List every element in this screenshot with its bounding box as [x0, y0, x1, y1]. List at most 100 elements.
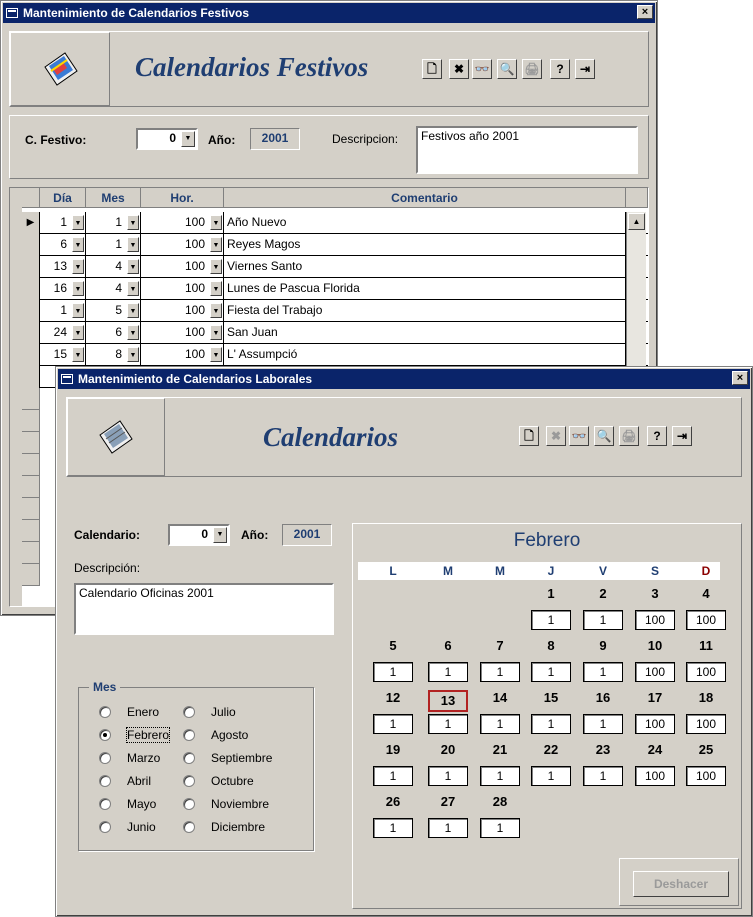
festivos-titlebar[interactable]: Mantenimiento de Calendarios Festivos × — [3, 3, 655, 23]
day-hours-field[interactable]: 1 — [583, 714, 623, 734]
chevron-down-icon[interactable]: ▼ — [72, 215, 84, 230]
exit-icon-button[interactable]: ⇥ — [672, 426, 692, 446]
cell-dia[interactable]: 15 ▼ — [40, 344, 86, 366]
help-icon-button[interactable]: ? — [647, 426, 667, 446]
chevron-down-icon[interactable]: ▼ — [72, 347, 84, 362]
month-radio-septiembre[interactable] — [183, 752, 195, 764]
row-selector[interactable] — [22, 322, 40, 344]
day-hours-field[interactable]: 1 — [428, 818, 468, 838]
chevron-down-icon[interactable]: ▼ — [210, 237, 222, 252]
day-hours-field[interactable]: 1 — [373, 818, 413, 838]
day-hours-field[interactable]: 1 — [373, 662, 413, 682]
row-selector[interactable] — [22, 542, 40, 564]
cell-hor[interactable]: 100 ▼ — [141, 234, 224, 256]
month-radio-octubre[interactable] — [183, 775, 195, 787]
cell-dia[interactable]: 16 ▼ — [40, 278, 86, 300]
day-hours-field[interactable]: 1 — [480, 818, 520, 838]
table-row[interactable]: 13 ▼ 4 ▼ 100 ▼ Viernes Santo — [22, 256, 648, 278]
month-label-enero[interactable]: Enero — [127, 705, 159, 719]
cell-dia[interactable]: 1 ▼ — [40, 300, 86, 322]
month-label-octubre[interactable]: Octubre — [211, 774, 254, 788]
row-selector[interactable] — [22, 454, 40, 476]
row-selector[interactable] — [22, 498, 40, 520]
day-hours-field[interactable]: 100 — [635, 714, 675, 734]
delete-icon-button[interactable]: ✖ — [449, 59, 469, 79]
day-hours-field[interactable]: 1 — [428, 714, 468, 734]
table-row[interactable]: ▶ 1 ▼ 1 ▼ 100 ▼ Año Nuevo — [22, 212, 648, 234]
chevron-down-icon[interactable]: ▼ — [127, 259, 139, 274]
cell-comentario[interactable]: Viernes Santo — [224, 256, 626, 278]
row-selector[interactable] — [22, 366, 40, 388]
row-selector[interactable] — [22, 410, 40, 432]
chevron-down-icon[interactable]: ▼ — [210, 215, 222, 230]
day-hours-field[interactable]: 100 — [635, 662, 675, 682]
row-selector[interactable] — [22, 344, 40, 366]
chevron-down-icon[interactable]: ▼ — [127, 347, 139, 362]
day-hours-field[interactable]: 1 — [480, 662, 520, 682]
chevron-down-icon[interactable]: ▼ — [210, 303, 222, 318]
cell-comentario[interactable]: Reyes Magos — [224, 234, 626, 256]
cell-mes[interactable]: 6 ▼ — [86, 322, 141, 344]
cell-comentario[interactable]: Año Nuevo — [224, 212, 626, 234]
laborales-titlebar[interactable]: Mantenimiento de Calendarios Laborales × — [58, 369, 750, 389]
help-icon-button[interactable]: ? — [550, 59, 570, 79]
cell-dia[interactable]: 24 ▼ — [40, 322, 86, 344]
month-label-mayo[interactable]: Mayo — [127, 797, 156, 811]
month-radio-julio[interactable] — [183, 706, 195, 718]
month-radio-junio[interactable] — [99, 821, 111, 833]
day-hours-field[interactable]: 1 — [531, 610, 571, 630]
day-hours-field[interactable]: 1 — [531, 714, 571, 734]
row-selector[interactable] — [22, 278, 40, 300]
day-hours-field[interactable]: 1 — [373, 766, 413, 786]
chevron-down-icon[interactable]: ▼ — [72, 237, 84, 252]
cell-comentario[interactable]: Fiesta del Trabajo — [224, 300, 626, 322]
cell-mes[interactable]: 5 ▼ — [86, 300, 141, 322]
print-icon-button[interactable]: 🖨 — [619, 426, 639, 446]
preview-icon-button[interactable]: 🔍 — [497, 59, 517, 79]
row-selector[interactable] — [22, 234, 40, 256]
cell-dia[interactable]: 13 ▼ — [40, 256, 86, 278]
month-radio-marzo[interactable] — [99, 752, 111, 764]
cell-dia[interactable]: 6 ▼ — [40, 234, 86, 256]
descripcion-field[interactable]: Calendario Oficinas 2001 — [74, 583, 334, 635]
close-button[interactable]: × — [637, 5, 653, 19]
cell-mes[interactable]: 4 ▼ — [86, 278, 141, 300]
cell-hor[interactable]: 100 ▼ — [141, 344, 224, 366]
day-hours-field[interactable]: 100 — [686, 714, 726, 734]
new-record-icon-button[interactable]: 🗋 — [519, 426, 539, 446]
month-label-junio[interactable]: Junio — [127, 820, 156, 834]
row-selector[interactable]: ▶ — [22, 212, 40, 234]
day-hours-field[interactable]: 100 — [635, 766, 675, 786]
row-selector[interactable] — [22, 256, 40, 278]
chevron-down-icon[interactable]: ▼ — [210, 347, 222, 362]
month-label-noviembre[interactable]: Noviembre — [211, 797, 269, 811]
row-selector[interactable] — [22, 300, 40, 322]
cell-mes[interactable]: 8 ▼ — [86, 344, 141, 366]
cfestivo-combo[interactable]: 0 ▼ — [136, 128, 198, 150]
cell-hor[interactable]: 100 ▼ — [141, 256, 224, 278]
chevron-down-icon[interactable]: ▼ — [127, 325, 139, 340]
cell-mes[interactable]: 1 ▼ — [86, 234, 141, 256]
close-button[interactable]: × — [732, 371, 748, 385]
month-radio-abril[interactable] — [99, 775, 111, 787]
month-label-febrero[interactable]: Febrero — [125, 727, 171, 743]
calendario-combo[interactable]: 0 ▼ — [168, 524, 230, 546]
month-label-agosto[interactable]: Agosto — [211, 728, 248, 742]
desc-field[interactable]: Festivos año 2001 — [416, 126, 638, 174]
exit-icon-button[interactable]: ⇥ — [575, 59, 595, 79]
month-label-julio[interactable]: Julio — [211, 705, 236, 719]
chevron-down-icon[interactable]: ▼ — [127, 215, 139, 230]
day-hours-field[interactable]: 1 — [480, 714, 520, 734]
cell-mes[interactable]: 1 ▼ — [86, 212, 141, 234]
cell-comentario[interactable]: San Juan — [224, 322, 626, 344]
table-row[interactable]: 1 ▼ 5 ▼ 100 ▼ Fiesta del Trabajo — [22, 300, 648, 322]
table-row[interactable]: 6 ▼ 1 ▼ 100 ▼ Reyes Magos — [22, 234, 648, 256]
day-hours-field[interactable]: 100 — [635, 610, 675, 630]
chevron-down-icon[interactable]: ▼ — [213, 527, 227, 543]
preview-icon-button[interactable]: 🔍 — [594, 426, 614, 446]
chevron-down-icon[interactable]: ▼ — [72, 259, 84, 274]
month-radio-noviembre[interactable] — [183, 798, 195, 810]
month-radio-agosto[interactable] — [183, 729, 195, 741]
find-icon-button[interactable]: 👓 — [472, 59, 492, 79]
row-selector[interactable] — [22, 520, 40, 542]
